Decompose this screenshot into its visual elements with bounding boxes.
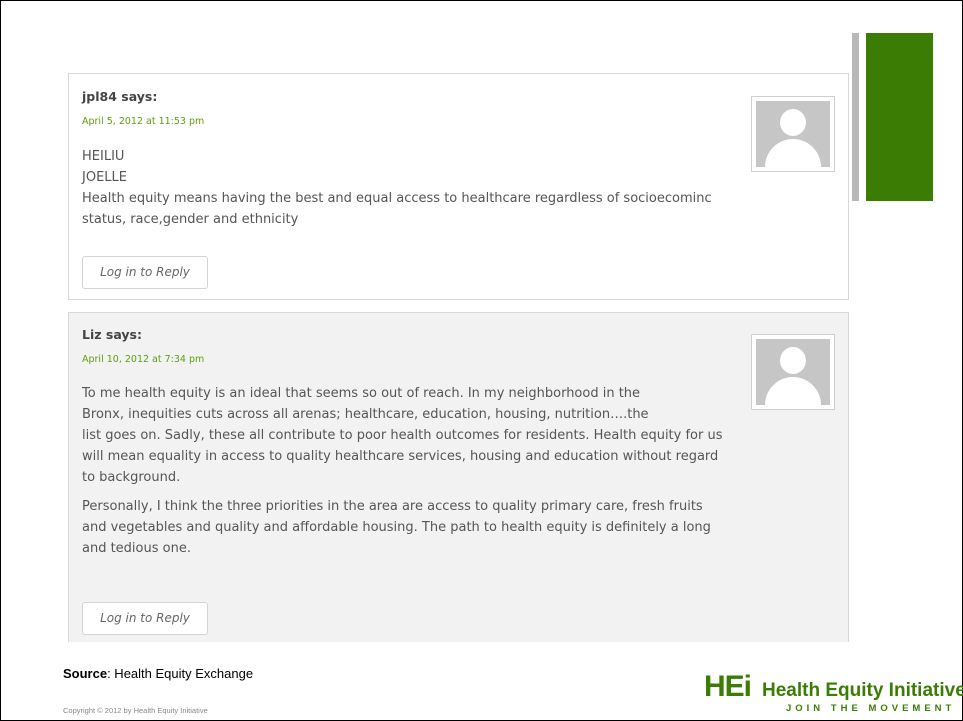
comment-line: will mean equality in access to quality …	[82, 449, 719, 464]
copyright-text: Copyright © 2012 by Health Equity Initia…	[63, 706, 208, 715]
comment-card: Liz says: April 10, 2012 at 7:34 pm To m…	[68, 312, 849, 642]
comment-line: Personally, I think the three priorities…	[82, 499, 703, 514]
author-name[interactable]: jpl84	[82, 89, 117, 104]
comment-line: JOELLE	[82, 170, 127, 185]
hei-logo-mark: HEi	[704, 670, 752, 703]
comment-line: Health equity means having the best and …	[82, 191, 712, 206]
comment-date[interactable]: April 10, 2012 at 7:34 pm	[82, 354, 204, 365]
avatar	[751, 96, 835, 172]
comment-line: and tedious one.	[82, 541, 191, 556]
says-label: says:	[105, 327, 142, 342]
default-user-icon	[756, 101, 830, 167]
logo-tagline: JOIN THE MOVEMENT	[786, 703, 956, 714]
comment-line: HEILIU	[82, 149, 125, 164]
comment-line: status, race,gender and ethnicity	[82, 212, 299, 227]
log-in-to-reply-button[interactable]: Log in to Reply	[82, 602, 208, 635]
comment-body: HEILIU JOELLE Health equity means having…	[82, 146, 712, 230]
comment-line: and vegetables and quality and affordabl…	[82, 520, 711, 535]
health-equity-initiative-logo: HEi Health Equity Initiative JOIN THE MO…	[704, 670, 963, 718]
comment-line: to background.	[82, 470, 181, 485]
comment-date[interactable]: April 5, 2012 at 11:53 pm	[82, 116, 204, 127]
author-name[interactable]: Liz	[82, 327, 102, 342]
logo-name: Health Equity Initiative	[762, 680, 963, 701]
says-label: says:	[121, 89, 158, 104]
comment-line: Bronx, inequities cuts across all arenas…	[82, 407, 649, 422]
log-in-to-reply-button[interactable]: Log in to Reply	[82, 256, 208, 289]
comment-line: list goes on. Sadly, these all contribut…	[82, 428, 723, 443]
source-label: Source	[63, 666, 108, 681]
green-accent-block	[866, 33, 933, 201]
comment-body: To me health equity is an ideal that see…	[82, 383, 723, 559]
comment-author: jpl84 says:	[82, 89, 157, 104]
source-note: Source: Health Equity Exchange	[63, 666, 253, 681]
avatar	[751, 334, 835, 410]
comment-line: To me health equity is an ideal that see…	[82, 386, 641, 401]
comment-card: jpl84 says: April 5, 2012 at 11:53 pm HE…	[68, 73, 849, 300]
scrollbar-thumb[interactable]	[852, 33, 859, 201]
default-user-icon	[756, 339, 830, 405]
source-text: : Health Equity Exchange	[107, 666, 254, 681]
comment-author: Liz says:	[82, 327, 142, 342]
slide: jpl84 says: April 5, 2012 at 11:53 pm HE…	[0, 0, 963, 721]
